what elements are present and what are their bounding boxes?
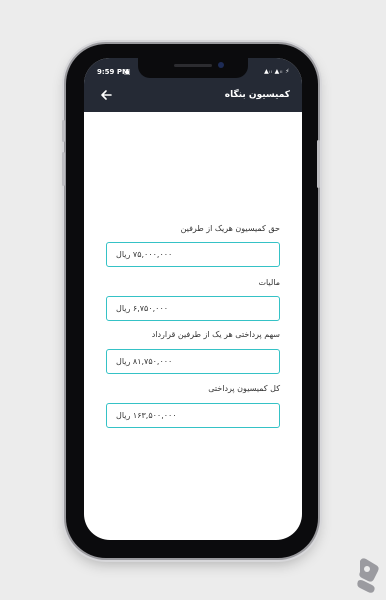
total-commission-value: ۱۶۳,۵۰۰,۰۰۰ ریال [116, 411, 177, 420]
app-header: 9:59 PM ▣ ▲ᵢₗ ▲ᵢₗ ⚡ کمیسیون بنگاه [84, 58, 302, 112]
front-camera [218, 62, 224, 68]
tax-field[interactable]: ۶,۷۵۰,۰۰۰ ریال [106, 296, 280, 321]
share-each-party-field[interactable]: ۸۱,۷۵۰,۰۰۰ ریال [106, 349, 280, 374]
app-store-logo [357, 558, 379, 593]
page-title: کمیسیون بنگاه [224, 90, 290, 100]
total-commission-field[interactable]: ۱۶۳,۵۰۰,۰۰۰ ریال [106, 403, 280, 428]
commission-each-party-value: ۷۵,۰۰۰,۰۰۰ ریال [116, 250, 173, 259]
arrow-left-icon [101, 90, 112, 100]
phone-side-button-left [62, 120, 65, 142]
back-button[interactable] [98, 87, 114, 103]
camera-notch [138, 58, 248, 78]
tax-label: مالیات [258, 278, 280, 287]
notification-icon: ▣ [124, 68, 131, 76]
share-each-party-label: سهم پرداختی هر یک از طرفین قرارداد [151, 330, 280, 339]
share-each-party-value: ۸۱,۷۵۰,۰۰۰ ریال [116, 357, 173, 366]
commission-each-party-field[interactable]: ۷۵,۰۰۰,۰۰۰ ریال [106, 242, 280, 267]
total-commission-label: کل کمیسیون پرداختی [208, 384, 280, 393]
phone-side-button-left [62, 152, 65, 186]
commission-each-party-label: حق کمیسیون هریک از طرفین [180, 224, 280, 233]
status-right-icons: ▲ᵢₗ ▲ᵢₗ ⚡ [264, 68, 290, 75]
speaker-grille [174, 64, 212, 67]
tax-value: ۶,۷۵۰,۰۰۰ ریال [116, 304, 169, 313]
phone-side-button-right [317, 140, 320, 188]
app-screen: 9:59 PM ▣ ▲ᵢₗ ▲ᵢₗ ⚡ کمیسیون بنگاه حق کمی… [84, 58, 302, 540]
